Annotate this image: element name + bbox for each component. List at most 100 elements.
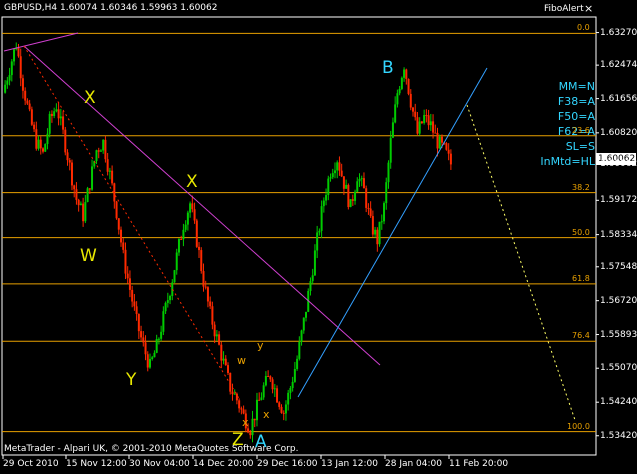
candle-body <box>108 170 111 172</box>
wave-label: y <box>257 339 264 352</box>
candle-body <box>440 136 443 143</box>
fibo-level-label: 76.4 <box>572 331 590 341</box>
candle-body <box>53 111 56 116</box>
candle-body <box>50 113 53 116</box>
candle-body <box>151 357 154 359</box>
candle-body <box>95 150 98 162</box>
candle-body <box>166 300 169 303</box>
candle-body <box>126 273 129 279</box>
candle-body <box>57 109 60 119</box>
candle-body <box>148 358 151 368</box>
candle-body <box>184 224 187 230</box>
candle-body <box>191 203 194 210</box>
candle-body <box>438 136 441 149</box>
candle-body <box>416 117 419 134</box>
candle-body <box>28 103 31 110</box>
candle-body <box>160 331 163 339</box>
candle-body <box>77 199 80 206</box>
candle-body <box>102 139 105 151</box>
candle-body <box>356 181 359 192</box>
candle-body <box>104 139 107 160</box>
candle-body <box>35 129 38 149</box>
x-tick-label: 13 Jan 12:00 <box>321 459 378 469</box>
candle-body <box>338 162 341 171</box>
candle-body <box>215 334 218 337</box>
candle-body <box>229 372 232 392</box>
candle-body <box>206 287 209 302</box>
info-line: F38=A <box>557 95 595 108</box>
candle-body <box>73 185 76 190</box>
candle-body <box>340 170 343 177</box>
candle-body <box>131 289 134 302</box>
chart-window[interactable]: GBPUSD,H4 1.60074 1.60346 1.59963 1.6006… <box>0 0 637 474</box>
candle-body <box>177 238 180 253</box>
candle-body <box>99 150 102 152</box>
candle-body <box>273 388 276 390</box>
wave-label: Z <box>232 430 244 450</box>
candle-body <box>333 170 336 174</box>
candle-body <box>403 69 406 78</box>
candle-body <box>39 139 42 149</box>
candle-body <box>278 402 281 407</box>
candle-body <box>42 148 45 152</box>
candle-body <box>360 178 363 180</box>
fibo-level-label: 0.0 <box>577 23 590 33</box>
fibo-level-label: 38.2 <box>572 182 590 192</box>
candle-body <box>345 184 348 189</box>
candle-body <box>240 408 243 410</box>
candle-body <box>171 282 174 297</box>
candle-body <box>296 358 299 370</box>
candle-body <box>155 338 158 353</box>
x-tick-label: 29 Dec 16:00 <box>257 459 318 469</box>
candle-body <box>447 149 450 154</box>
candle-body <box>269 376 272 380</box>
candle-body <box>97 150 100 152</box>
wave-label: w <box>237 354 246 367</box>
candle-body <box>378 221 381 245</box>
candle-body <box>305 311 308 318</box>
candle-body <box>329 177 332 179</box>
candle-body <box>242 409 245 414</box>
trendline-up <box>297 67 488 398</box>
x-tick-label: 14 Dec 20:00 <box>193 459 254 469</box>
candle-body <box>21 78 24 91</box>
y-tick-label: 1.60062 <box>600 158 637 169</box>
x-tick-label: 11 Feb 20:00 <box>449 459 509 469</box>
candle-body <box>137 313 140 332</box>
candle-body <box>169 296 172 301</box>
candle-body <box>449 153 452 165</box>
y-tick-label: 1.61656 <box>600 93 637 104</box>
fibo-level-label: 50.0 <box>572 227 590 237</box>
trendline-top <box>3 32 79 52</box>
close-icon[interactable]: × <box>584 2 593 15</box>
candle-body <box>157 338 160 340</box>
fibo-level-label: 100.0 <box>567 421 590 431</box>
candle-body <box>318 230 321 233</box>
candle-body <box>140 331 143 338</box>
candle-body <box>117 218 120 230</box>
candle-body <box>280 406 283 413</box>
candle-body <box>302 317 305 331</box>
candle-body <box>195 220 198 247</box>
candle-body <box>75 189 78 200</box>
candle-body <box>238 400 241 409</box>
candle-body <box>385 182 388 204</box>
candle-body <box>316 232 319 251</box>
candle-body <box>351 199 354 201</box>
candle-body <box>128 278 131 290</box>
candle-body <box>70 162 73 186</box>
candle-body <box>135 306 138 314</box>
candle-body <box>218 334 221 345</box>
wave-label: x <box>263 408 270 421</box>
price-chart[interactable] <box>0 0 637 474</box>
candle-body <box>432 121 435 133</box>
candle-body <box>389 137 392 163</box>
candle-body <box>180 238 183 240</box>
candle-body <box>227 365 229 373</box>
candle-body <box>320 206 323 231</box>
candle-body <box>186 212 189 225</box>
candle-body <box>264 376 267 386</box>
candle-body <box>189 203 192 213</box>
wave-label: Y <box>126 370 137 390</box>
candle-body <box>106 159 109 172</box>
